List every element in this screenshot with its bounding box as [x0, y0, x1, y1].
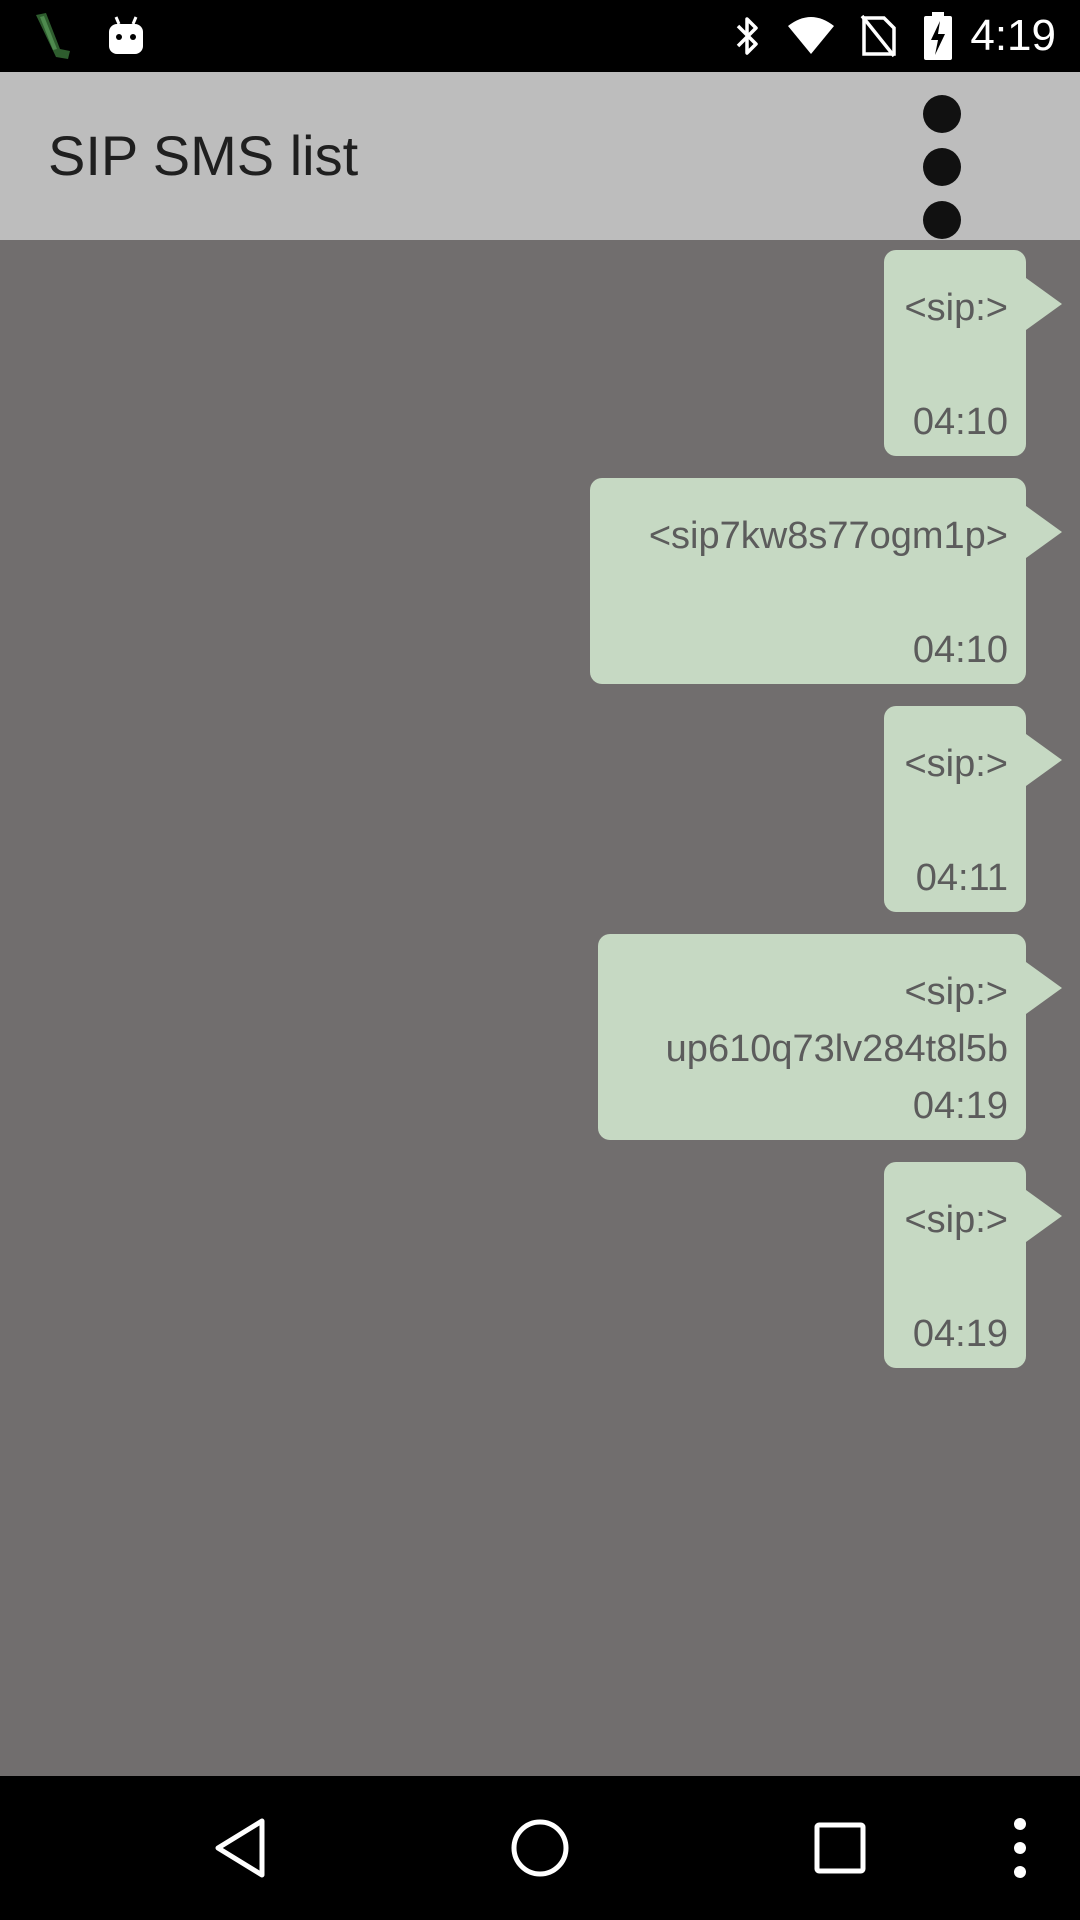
message-body [902, 1249, 1008, 1306]
message-bubble[interactable]: <sip:> up610q73lv284t8l5b 04:19 [598, 934, 1062, 1140]
message-time: 04:10 [912, 401, 1008, 443]
message-time: 04:19 [912, 1085, 1008, 1127]
status-time: 4:19 [970, 11, 1056, 60]
phone-signal-app-icon [28, 0, 76, 72]
home-icon [511, 1819, 569, 1877]
bubble-tail [1026, 962, 1062, 1014]
message-list[interactable]: <sip:> 04:10 <sip7kw8s77ogm1p> 04:10 <si… [0, 240, 1080, 1776]
bluetooth-icon [728, 0, 768, 72]
back-icon [215, 1818, 265, 1878]
status-bar: 4:19 [0, 0, 1080, 72]
page-title: SIP SMS list [48, 124, 359, 187]
bubble-tail [1026, 278, 1062, 330]
bubble-tail [1026, 734, 1062, 786]
message-sender: <sip:> [904, 1199, 1008, 1241]
message-bubble[interactable]: <sip:> 04:11 [884, 706, 1062, 912]
recents-button[interactable] [790, 1776, 890, 1920]
app-bar: SIP SMS list [0, 72, 1080, 240]
message-body [902, 337, 1008, 394]
message-bubble[interactable]: <sip:> 04:10 [884, 250, 1062, 456]
message-time: 04:10 [912, 629, 1008, 671]
message-sender: <sip:> [904, 971, 1008, 1013]
bubble-tail [1026, 506, 1062, 558]
home-button[interactable] [490, 1776, 590, 1920]
message-sender: <sip7kw8s77ogm1p> [648, 515, 1008, 557]
no-sim-icon [856, 0, 900, 72]
message-time: 04:11 [915, 857, 1008, 899]
message-body [608, 565, 1008, 622]
back-button[interactable] [190, 1776, 290, 1920]
message-bubble[interactable]: <sip7kw8s77ogm1p> 04:10 [590, 478, 1062, 684]
overflow-menu-button[interactable] [910, 82, 974, 239]
message-sender: <sip:> [904, 287, 1008, 329]
message-bubble[interactable]: <sip:> 04:19 [884, 1162, 1062, 1368]
bubble-tail [1026, 1190, 1062, 1242]
more-icon [1014, 1818, 1026, 1878]
more-button[interactable] [990, 1776, 1050, 1920]
message-time: 04:19 [912, 1313, 1008, 1355]
message-body [902, 793, 1008, 850]
battery-charging-icon [918, 0, 958, 72]
message-body: up610q73lv284t8l5b [665, 1028, 1008, 1070]
message-sender: <sip:> [904, 743, 1008, 785]
wifi-icon [784, 0, 838, 72]
recents-icon [814, 1822, 866, 1874]
android-robot-icon [102, 0, 150, 72]
navigation-bar [0, 1776, 1080, 1920]
